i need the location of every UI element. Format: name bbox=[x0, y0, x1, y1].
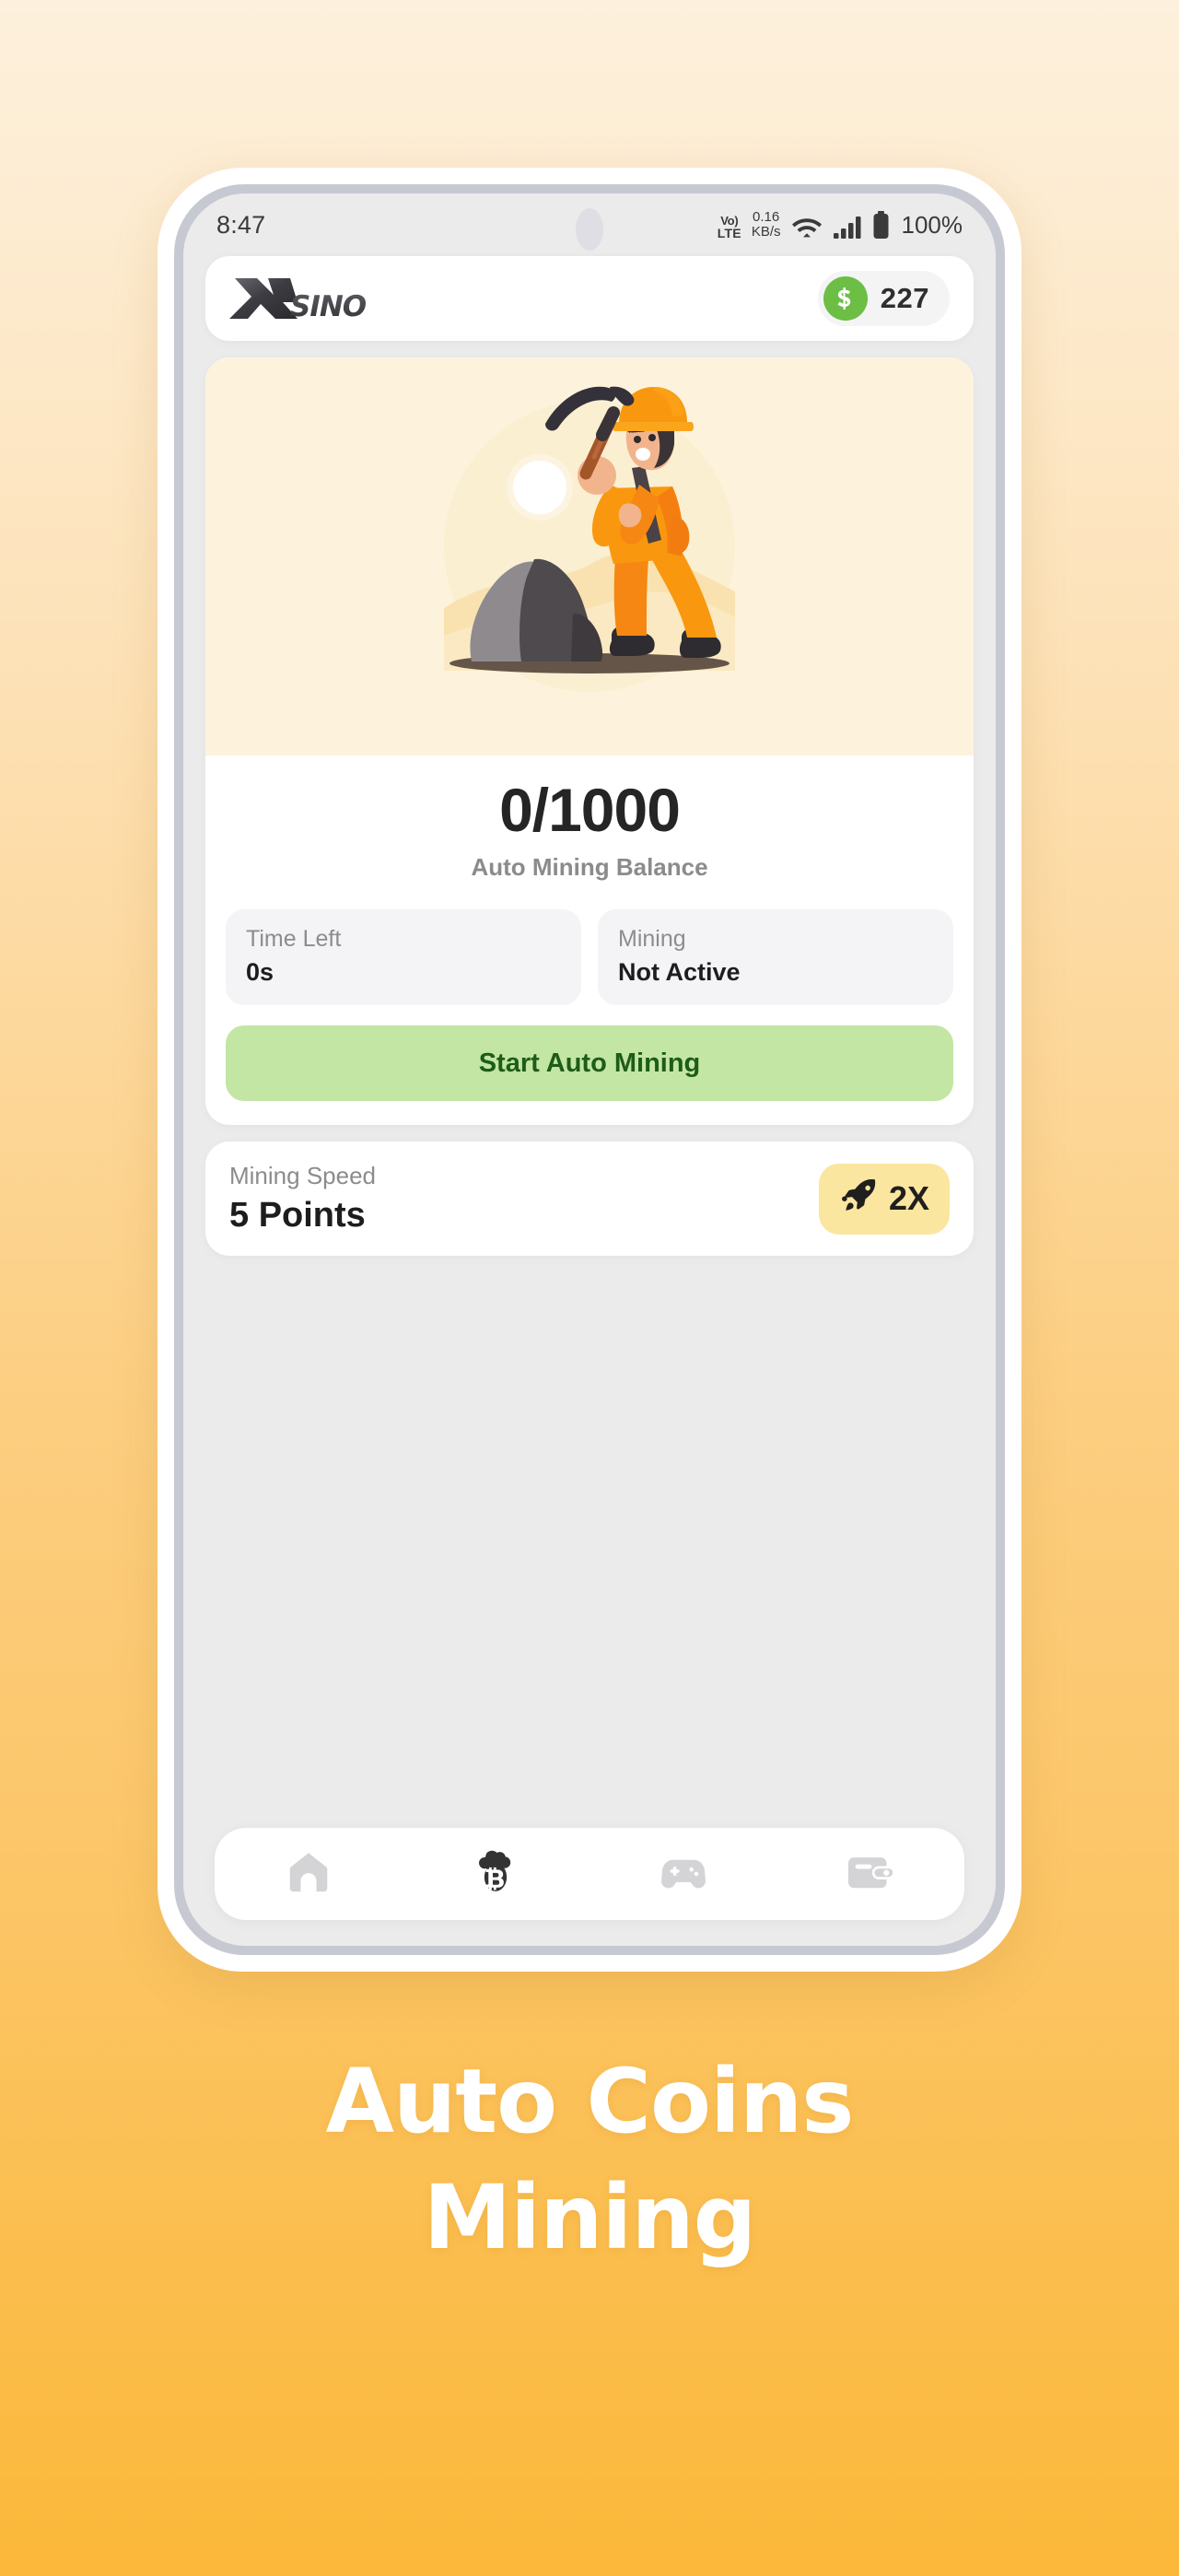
stat-mining-status: Mining Not Active bbox=[598, 909, 953, 1005]
promo-headline-line-1: Auto Coins bbox=[325, 2050, 855, 2153]
volte-line-1: Vo) bbox=[720, 213, 739, 228]
start-auto-mining-button[interactable]: Start Auto Mining bbox=[226, 1025, 953, 1101]
app-header-bar: SINO 227 bbox=[205, 256, 974, 341]
auto-mining-balance-block: 0/1000 Auto Mining Balance bbox=[205, 755, 974, 891]
front-camera-punch-hole bbox=[576, 208, 603, 251]
cellular-signal-icon bbox=[833, 214, 862, 240]
stat-mining-status-label: Mining bbox=[618, 926, 686, 952]
battery-percent-label: 100% bbox=[901, 210, 963, 239]
rocket-icon bbox=[839, 1177, 880, 1222]
mining-stats-row: Time Left 0s Mining Not Active bbox=[205, 891, 974, 1005]
nav-item-mining[interactable] bbox=[403, 1846, 590, 1903]
coin-balance-pill[interactable]: 227 bbox=[817, 271, 950, 326]
stat-mining-status-value: Not Active bbox=[618, 958, 741, 986]
mining-speed-value: 5 Points bbox=[229, 1196, 366, 1235]
stat-time-left: Time Left 0s bbox=[226, 909, 581, 1005]
network-speed-unit: KB/s bbox=[751, 224, 781, 240]
gamepad-icon bbox=[657, 1845, 710, 1903]
xsino-logo[interactable]: SINO bbox=[229, 275, 388, 322]
app-content: SINO 227 0/1000 Auto Mining Balance Time… bbox=[183, 256, 996, 1256]
network-speed-indicator: 0.16 KB/s bbox=[752, 210, 781, 240]
bitcoin-cloud-mining-icon bbox=[470, 1846, 521, 1903]
battery-full-icon bbox=[872, 210, 890, 240]
nav-item-games[interactable] bbox=[590, 1845, 777, 1903]
volte-icon: Vo) LTE bbox=[718, 215, 741, 240]
promo-headline-line-2: Mining bbox=[423, 2165, 757, 2269]
wifi-icon bbox=[791, 215, 823, 240]
home-icon bbox=[284, 1847, 333, 1902]
auto-mining-card: 0/1000 Auto Mining Balance Time Left 0s … bbox=[205, 357, 974, 1125]
mining-speed-card: Mining Speed 5 Points 2X bbox=[205, 1142, 974, 1256]
coin-balance-amount: 227 bbox=[880, 282, 929, 314]
svg-text:SINO: SINO bbox=[290, 290, 367, 322]
phone-mockup-frame: 8:47 Vo) LTE 0.16 KB/s 100% SINO 227 0/1… bbox=[158, 168, 1021, 1972]
volte-line-2: LTE bbox=[717, 225, 741, 240]
mining-speed-label: Mining Speed bbox=[229, 1162, 376, 1189]
miner-with-pickaxe-illustration bbox=[205, 357, 974, 755]
boost-2x-button[interactable]: 2X bbox=[818, 1163, 950, 1235]
status-bar-indicators: Vo) LTE 0.16 KB/s 100% bbox=[718, 210, 963, 240]
auto-mining-balance-label: Auto Mining Balance bbox=[471, 853, 708, 881]
stat-time-left-label: Time Left bbox=[246, 926, 342, 952]
boost-multiplier-label: 2X bbox=[888, 1179, 929, 1217]
status-bar: 8:47 Vo) LTE 0.16 KB/s 100% bbox=[183, 193, 996, 251]
network-speed-value: 0.16 bbox=[753, 209, 780, 226]
status-bar-clock: 8:47 bbox=[216, 210, 266, 239]
phone-screen: 8:47 Vo) LTE 0.16 KB/s 100% SINO 227 0/1… bbox=[183, 193, 996, 1946]
phone-inner-bezel: 8:47 Vo) LTE 0.16 KB/s 100% SINO 227 0/1… bbox=[174, 184, 1005, 1955]
dollar-coin-icon bbox=[823, 276, 868, 321]
mining-speed-text-block: Mining Speed 5 Points bbox=[229, 1162, 376, 1235]
stat-time-left-value: 0s bbox=[246, 958, 274, 986]
nav-item-home[interactable] bbox=[215, 1847, 403, 1902]
promo-headline: Auto Coins Mining bbox=[0, 2050, 1179, 2269]
bottom-navigation-bar bbox=[215, 1828, 964, 1920]
auto-mining-balance-value: 0/1000 bbox=[499, 776, 681, 844]
wallet-icon bbox=[845, 1846, 896, 1903]
nav-item-wallet[interactable] bbox=[777, 1846, 965, 1903]
